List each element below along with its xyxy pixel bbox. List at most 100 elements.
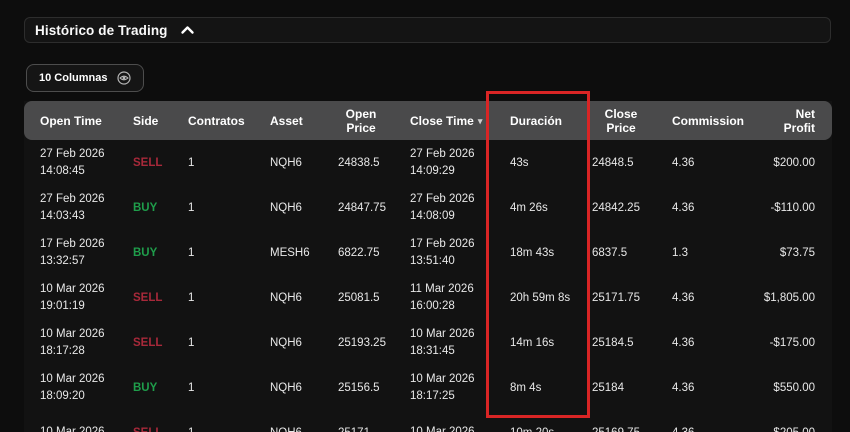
duration-cell: 10m 20s	[487, 427, 590, 432]
side-cell: BUY	[133, 202, 186, 214]
header-side: Side	[133, 114, 186, 128]
open-price-cell: 6822.75	[330, 247, 392, 259]
contracts-cell: 1	[186, 382, 265, 394]
asset-cell: NQH6	[265, 292, 330, 304]
close-time-cell: 27 Feb 2026 14:08:09	[392, 191, 487, 225]
commission-cell: 4.36	[652, 427, 742, 432]
duration-cell: 18m 43s	[487, 247, 590, 259]
side-cell: BUY	[133, 247, 186, 259]
eye-icon	[117, 71, 131, 85]
header-open-time: Open Time	[24, 114, 133, 128]
open-time-cell: 27 Feb 2026 14:08:45	[24, 146, 133, 180]
net-profit-cell: $550.00	[742, 382, 832, 394]
open-time-cell: 27 Feb 2026 14:03:43	[24, 191, 133, 225]
open-price-cell: 25193.25	[330, 337, 392, 349]
header-contratos: Contratos	[186, 114, 265, 128]
open-time-cell: 10 Mar 2026	[24, 424, 133, 432]
close-time-cell: 11 Mar 2026 16:00:28	[392, 281, 487, 315]
table-row[interactable]: 10 Mar 2026 19:01:19 SELL 1 NQH6 25081.5…	[24, 275, 832, 320]
net-profit-cell: -$110.00	[742, 202, 832, 214]
side-cell: SELL	[133, 292, 186, 304]
contracts-cell: 1	[186, 247, 265, 259]
commission-cell: 4.36	[652, 382, 742, 394]
table-header-row: Open Time Side Contratos Asset Open Pric…	[24, 101, 832, 140]
columns-button-label: 10 Columnas	[39, 72, 107, 84]
open-time-cell: 10 Mar 2026 18:17:28	[24, 326, 133, 360]
asset-cell: MESH6	[265, 247, 330, 259]
net-profit-cell: $73.75	[742, 247, 832, 259]
asset-cell: NQH6	[265, 202, 330, 214]
table-row[interactable]: 10 Mar 2026 SELL 1 NQH6 25171 10 Mar 202…	[24, 410, 832, 432]
contracts-cell: 1	[186, 337, 265, 349]
duration-cell: 20h 59m 8s	[487, 292, 590, 304]
contracts-cell: 1	[186, 202, 265, 214]
commission-cell: 4.36	[652, 292, 742, 304]
header-close-time[interactable]: Close Time▾	[392, 114, 487, 128]
side-label: SELL	[133, 292, 162, 304]
trading-history-page: Histórico de Trading 10 Columnas Open Ti…	[0, 0, 850, 432]
duration-cell: 8m 4s	[487, 382, 590, 394]
close-time-cell: 27 Feb 2026 14:09:29	[392, 146, 487, 180]
open-time-cell: 17 Feb 2026 13:32:57	[24, 236, 133, 270]
open-time-cell: 10 Mar 2026 18:09:20	[24, 371, 133, 405]
close-price-cell: 25169.75	[590, 427, 652, 432]
chevron-up-icon	[180, 24, 195, 36]
header-net-profit: Net Profit	[742, 107, 832, 135]
table-row[interactable]: 27 Feb 2026 14:08:45 SELL 1 NQH6 24838.5…	[24, 140, 832, 185]
table-row[interactable]: 10 Mar 2026 18:09:20 BUY 1 NQH6 25156.5 …	[24, 365, 832, 410]
side-label: BUY	[133, 382, 157, 394]
commission-cell: 4.36	[652, 157, 742, 169]
open-price-cell: 25156.5	[330, 382, 392, 394]
open-price-cell: 24847.75	[330, 202, 392, 214]
net-profit-cell: $205.00	[742, 427, 832, 432]
close-time-cell: 10 Mar 2026 18:17:25	[392, 371, 487, 405]
table-row[interactable]: 27 Feb 2026 14:03:43 BUY 1 NQH6 24847.75…	[24, 185, 832, 230]
commission-cell: 1.3	[652, 247, 742, 259]
duration-cell: 4m 26s	[487, 202, 590, 214]
open-price-cell: 24838.5	[330, 157, 392, 169]
open-price-cell: 25081.5	[330, 292, 392, 304]
table-body: 27 Feb 2026 14:08:45 SELL 1 NQH6 24838.5…	[24, 140, 832, 432]
close-price-cell: 6837.5	[590, 247, 652, 259]
close-time-cell: 17 Feb 2026 13:51:40	[392, 236, 487, 270]
sort-caret-icon: ▾	[478, 116, 483, 126]
net-profit-cell: $200.00	[742, 157, 832, 169]
net-profit-cell: $1,805.00	[742, 292, 832, 304]
asset-cell: NQH6	[265, 337, 330, 349]
header-commission: Commission	[652, 114, 742, 128]
columns-button[interactable]: 10 Columnas	[26, 64, 144, 92]
side-label: BUY	[133, 202, 157, 214]
side-cell: SELL	[133, 337, 186, 349]
open-time-cell: 10 Mar 2026 19:01:19	[24, 281, 133, 315]
side-label: SELL	[133, 427, 162, 432]
header-open-price: Open Price	[330, 107, 392, 135]
commission-cell: 4.36	[652, 337, 742, 349]
open-price-cell: 25171	[330, 427, 392, 432]
side-label: SELL	[133, 157, 162, 169]
duration-cell: 43s	[487, 157, 590, 169]
asset-cell: NQH6	[265, 382, 330, 394]
trading-history-table: Open Time Side Contratos Asset Open Pric…	[24, 101, 832, 432]
panel-header-historico[interactable]: Histórico de Trading	[24, 17, 831, 43]
side-label: BUY	[133, 247, 157, 259]
contracts-cell: 1	[186, 427, 265, 432]
header-duracion: Duración	[487, 114, 590, 128]
table-row[interactable]: 17 Feb 2026 13:32:57 BUY 1 MESH6 6822.75…	[24, 230, 832, 275]
contracts-cell: 1	[186, 157, 265, 169]
net-profit-cell: -$175.00	[742, 337, 832, 349]
asset-cell: NQH6	[265, 157, 330, 169]
close-time-cell: 10 Mar 2026 18:31:45	[392, 326, 487, 360]
close-price-cell: 25171.75	[590, 292, 652, 304]
table-row[interactable]: 10 Mar 2026 18:17:28 SELL 1 NQH6 25193.2…	[24, 320, 832, 365]
close-price-cell: 24848.5	[590, 157, 652, 169]
close-time-cell: 10 Mar 2026	[392, 424, 487, 432]
contracts-cell: 1	[186, 292, 265, 304]
side-cell: SELL	[133, 157, 186, 169]
close-price-cell: 25184.5	[590, 337, 652, 349]
side-cell: BUY	[133, 382, 186, 394]
duration-cell: 14m 16s	[487, 337, 590, 349]
side-cell: SELL	[133, 427, 186, 432]
commission-cell: 4.36	[652, 202, 742, 214]
header-asset: Asset	[265, 114, 330, 128]
asset-cell: NQH6	[265, 427, 330, 432]
